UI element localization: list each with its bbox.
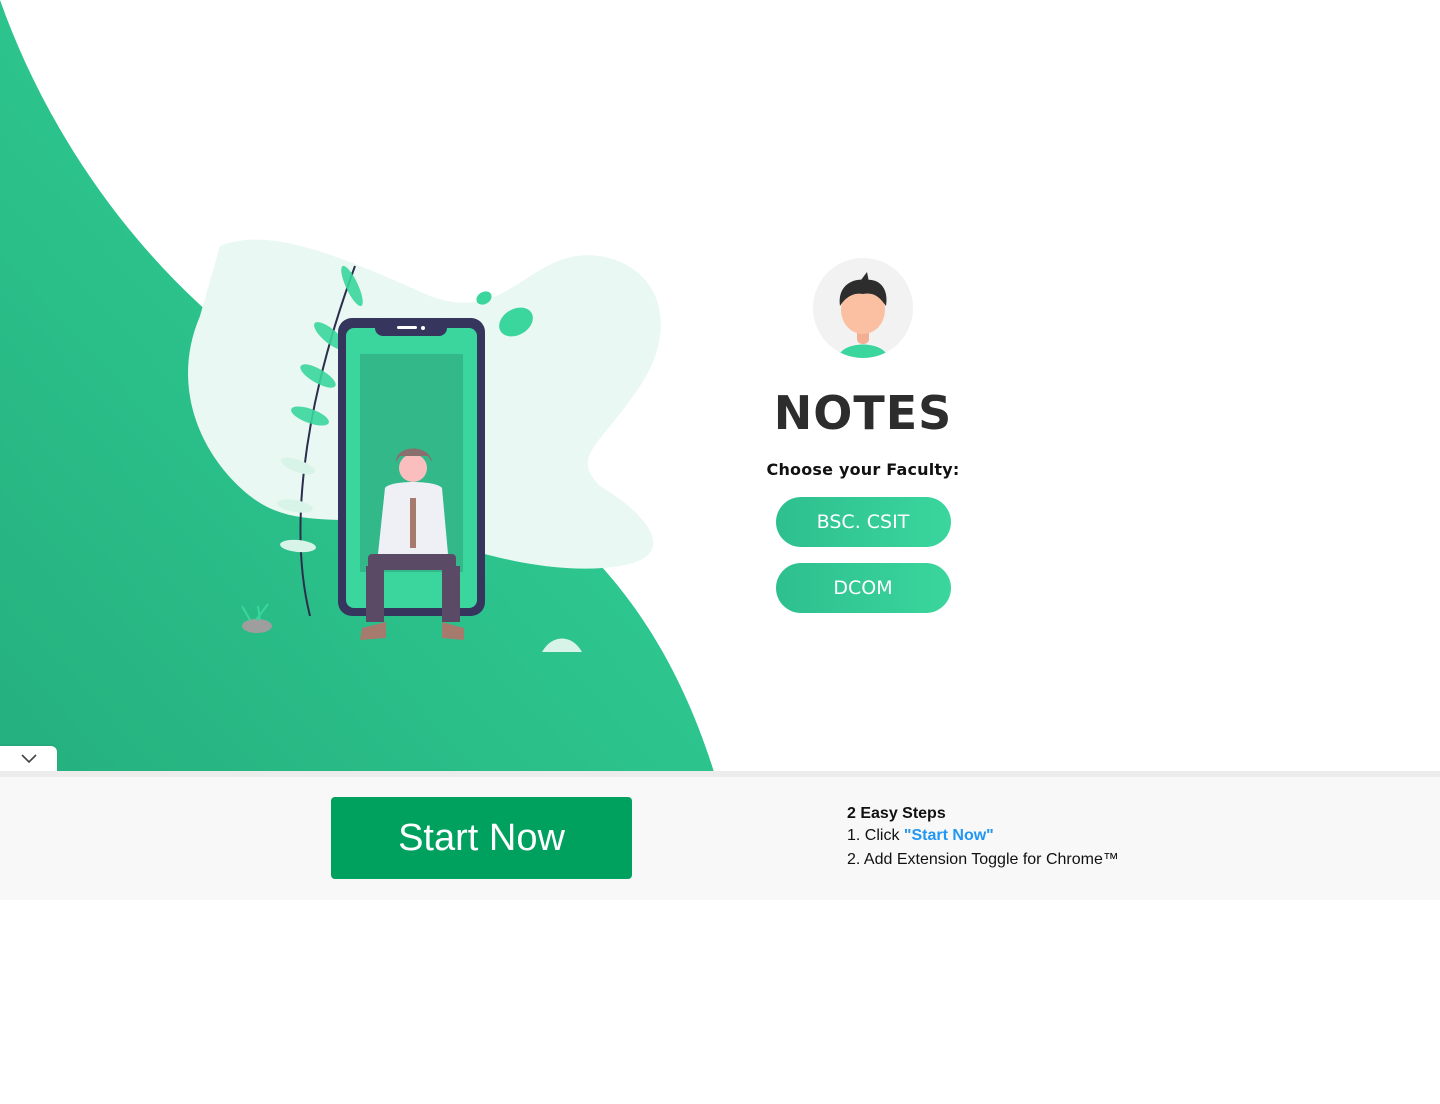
faculty-button-bsc-csit[interactable]: BSC. CSIT bbox=[775, 497, 951, 547]
person-head bbox=[399, 454, 427, 482]
step-two: 2. Add Extension Toggle for Chrome™ bbox=[847, 851, 1119, 868]
steps-text: 2 Easy Steps 1. Click "Start Now" 2. Add… bbox=[847, 804, 1119, 872]
steps-heading: 2 Easy Steps bbox=[847, 805, 946, 822]
faculty-prompt: Choose your Faculty: bbox=[766, 460, 960, 479]
faculty-button-dcom[interactable]: DCOM bbox=[775, 563, 951, 613]
page-title: NOTES bbox=[773, 386, 953, 440]
start-now-link[interactable]: "Start Now" bbox=[904, 827, 994, 844]
start-now-button[interactable]: Start Now bbox=[331, 797, 632, 879]
user-avatar-icon bbox=[813, 258, 913, 358]
chevron-down-icon bbox=[20, 750, 38, 769]
faculty-panel: NOTES Choose your Faculty: BSC. CSIT DCO… bbox=[763, 258, 963, 613]
step-one: 1. Click "Start Now" bbox=[847, 827, 994, 844]
phone-person-illustration bbox=[188, 239, 661, 652]
collapse-ad-button[interactable] bbox=[0, 746, 57, 772]
extension-ad-bar: Start Now 2 Easy Steps 1. Click "Start N… bbox=[0, 771, 1440, 900]
